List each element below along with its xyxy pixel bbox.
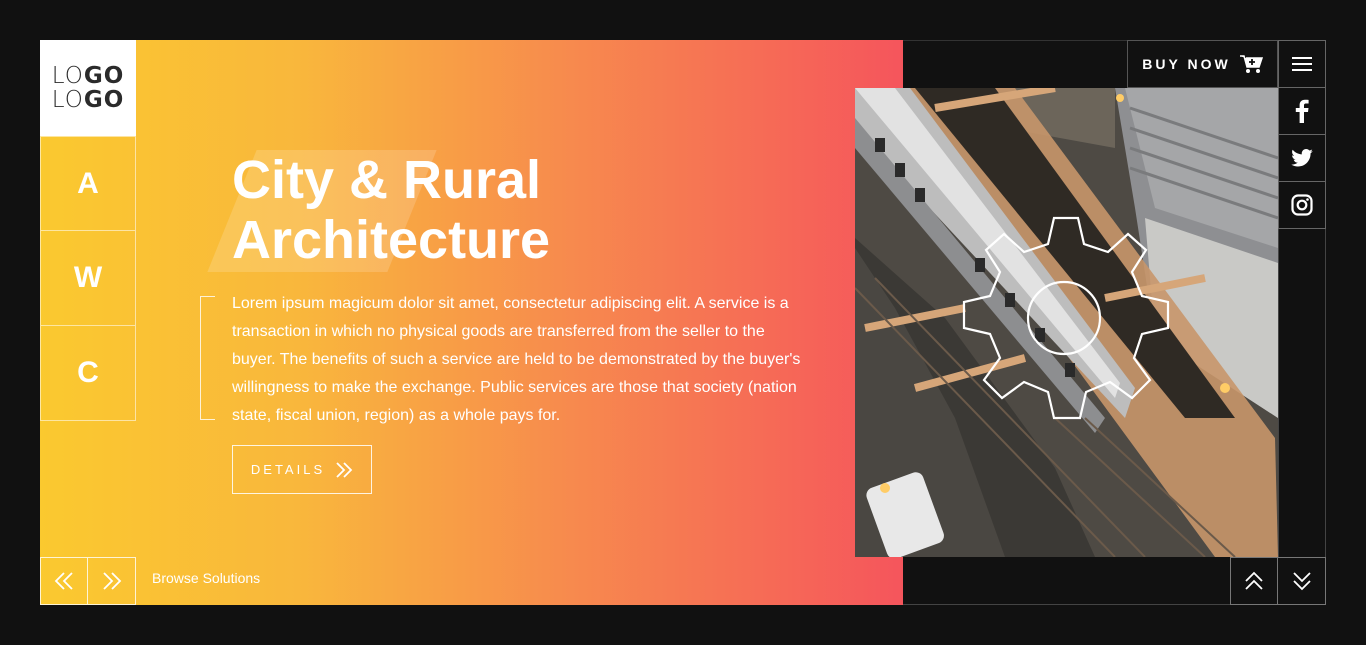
scroll-down-button[interactable]: [1278, 557, 1326, 605]
logo-line-2: LOGO: [51, 87, 125, 113]
instagram-icon: [1291, 194, 1313, 216]
hero-slider: LOGO LOGO A W C City & Rural Architectur…: [40, 40, 1326, 605]
browse-solutions-link[interactable]: Browse Solutions: [152, 570, 260, 586]
train-photo-illustration: [855, 88, 1278, 557]
buy-now-button[interactable]: BUY NOW: [1127, 40, 1278, 88]
details-button[interactable]: DETAILS: [232, 445, 372, 494]
twitter-icon: [1291, 149, 1313, 167]
hero-title-line-1: City & Rural: [232, 150, 542, 210]
buy-now-label: BUY NOW: [1142, 56, 1231, 72]
scroll-up-button[interactable]: [1230, 557, 1278, 605]
previous-slide-button[interactable]: [40, 557, 88, 605]
double-chevron-left-icon: [54, 572, 73, 590]
next-slide-button[interactable]: [88, 557, 136, 605]
category-tile-a[interactable]: A: [40, 136, 136, 231]
slide-navigation: [40, 557, 136, 605]
cart-icon: [1239, 55, 1263, 73]
logo[interactable]: LOGO LOGO: [40, 40, 136, 136]
social-sidebar: [1278, 40, 1326, 558]
category-tile-w[interactable]: W: [40, 231, 136, 326]
double-chevron-right-icon: [336, 461, 353, 478]
hero-description: Lorem ipsum magicum dolor sit amet, cons…: [232, 295, 801, 424]
hero-title-line-2: Architecture: [232, 210, 551, 270]
double-chevron-down-icon: [1292, 572, 1311, 591]
twitter-link[interactable]: [1278, 135, 1326, 182]
menu-button[interactable]: [1278, 40, 1326, 88]
sidebar-spacer: [1278, 229, 1326, 558]
scroll-controls: [1230, 557, 1326, 605]
logo-line-1: LOGO: [51, 63, 125, 89]
category-tile-c[interactable]: C: [40, 326, 136, 421]
double-chevron-up-icon: [1245, 571, 1263, 590]
text-bracket-decoration: [200, 296, 215, 420]
facebook-link[interactable]: [1278, 88, 1326, 135]
category-tiles: A W C: [40, 136, 136, 421]
details-button-label: DETAILS: [250, 462, 326, 477]
top-divider: [903, 40, 1127, 41]
facebook-icon: [1295, 99, 1309, 123]
instagram-link[interactable]: [1278, 182, 1326, 229]
hamburger-icon: [1292, 57, 1312, 71]
bottom-divider: [903, 604, 1230, 605]
hero-photo: [855, 88, 1278, 557]
double-chevron-right-icon: [102, 572, 121, 590]
hero-title: City & Rural Architecture: [232, 150, 832, 270]
